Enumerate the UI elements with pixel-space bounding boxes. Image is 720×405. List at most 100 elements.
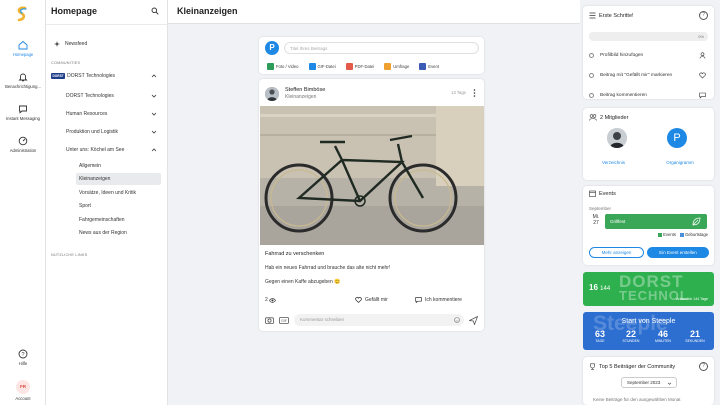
help-icon[interactable]: ? [699,11,708,20]
countdown-unit: TAGE [595,339,605,343]
home-icon [18,40,28,50]
person-photo-icon [607,128,627,148]
like-button[interactable]: Gefällt mir [355,297,415,303]
rail-homepage[interactable]: Homepage [0,40,46,57]
rail-help-label: Hilfe [18,361,28,366]
member-avatar[interactable]: P [667,128,687,148]
step-item[interactable]: Beitrag mit "Gefällt mir" markieren [589,69,708,81]
post-author[interactable]: Steffen Bimböse [285,87,325,93]
post-title-input[interactable]: Titel Ihres Beitrags [284,42,479,54]
banner-hours: 144 [600,286,611,292]
nav-item-dorst[interactable]: DORST Technologies [66,90,161,102]
step-label: Beitrag kommentieren [600,92,647,98]
step-item[interactable]: Beitrag kommentieren [589,89,708,101]
step-label: Beitrag mit "Gefällt mir" markieren [600,72,673,78]
nav-subitem-label: Kleinanzeigen [79,176,111,182]
nav-item-hr[interactable]: Human Resources [66,108,161,120]
month-select[interactable]: September 2023 [621,377,677,388]
rail-messaging-label: Instant Messaging [6,116,40,121]
rail-administration[interactable]: Administration [0,136,46,153]
help-icon: ? [18,349,28,359]
tool-event[interactable]: Event [419,63,439,70]
author-avatar[interactable] [265,87,279,101]
post-image[interactable] [260,106,484,245]
first-steps-progress: 0% [589,32,708,41]
calendar-icon [589,190,596,197]
sparkle-icon [54,41,60,47]
unchecked-circle-icon [589,92,594,98]
rail-help[interactable]: ? Hilfe [0,349,46,366]
top5-title: Top 5 Beiträger der Community [599,363,676,370]
countdown-unit: MINUTEN [655,339,671,343]
nav-subitem[interactable]: Sport [76,200,161,212]
tool-poll[interactable]: Umfrage [384,63,409,70]
post-text-line: Gegen einen Kaffe abzugeben 😊 [265,279,341,285]
nav-subitem-selected[interactable]: Kleinanzeigen [76,173,161,185]
nav-section-links: NÜTZLICHE LINKS [51,253,88,257]
post-text-line: Hab ein neues Fahrrad und brauche das al… [265,265,391,271]
step-item[interactable]: Profilbild hinzufügen [589,49,708,61]
chevron-down-icon[interactable] [151,129,157,135]
nav-item-label: DORST Technologies [66,93,114,99]
chevron-up-icon[interactable] [151,73,157,79]
more-vertical-icon[interactable] [473,89,476,97]
show-more-events-button[interactable]: Mehr anzeigen [589,247,644,258]
poll-icon [384,63,392,70]
nav-community-root[interactable]: DORST DORST Technologies [51,70,161,82]
nav-item-unter-uns[interactable]: Unter uns: Köchel am See [66,144,161,156]
emoji-icon[interactable] [454,317,460,323]
rail-notifications-label: Benachrichtigung... [5,84,41,89]
create-event-button[interactable]: Ein Event erstellen [647,247,709,258]
orgchart-link[interactable]: Organigramm [656,158,704,169]
unchecked-circle-icon [589,72,594,78]
comment-input[interactable]: Kommentar schreiben [294,314,464,326]
feed-post: Steffen Bimböse Kleinanzeigen 13 Tage Fa… [259,79,484,331]
view-count: 2 [265,297,355,303]
nav-subitem[interactable]: Allgemein [76,160,161,172]
step-label: Profilbild hinzufügen [600,52,644,58]
events-header: Events [589,190,616,197]
gif-icon[interactable]: GIF [279,316,289,324]
svg-text:?: ? [21,352,24,358]
rail-homepage-label: Homepage [12,52,34,57]
chevron-down-icon [667,382,672,385]
chevron-up-icon[interactable] [151,147,157,153]
countdown-hours: 22 STUNDEN [619,329,643,343]
nav-subitem-label: Allgemein [79,163,101,169]
dorst-countdown-banner[interactable]: DORST TECHNOL 16 144 Anlässlich 144 Tage [583,272,714,306]
countdown-title: Start von Steeple [621,318,676,325]
steeple-logo-icon[interactable] [15,6,29,22]
chevron-down-icon[interactable] [151,111,157,117]
post-channel[interactable]: Kleinanzeigen [285,94,316,100]
tool-label: PDF-Datei [354,64,375,69]
directory-link[interactable]: Verzeichnis [591,158,636,169]
tool-gif[interactable]: GIF-Datei [308,63,336,70]
legend-label: Events [663,232,676,237]
rail-notifications[interactable]: Benachrichtigung... [0,72,46,89]
search-icon[interactable] [151,7,159,15]
tool-pdf[interactable]: PDF-Datei [345,63,375,70]
help-icon[interactable]: ? [699,362,708,371]
nav-newsfeed[interactable]: Newsfeed [51,38,161,50]
nav-community-root-label: DORST Technologies [67,73,116,79]
chevron-down-icon[interactable] [151,93,157,99]
member-avatar[interactable] [607,128,627,148]
comment-button[interactable]: Ich kommentiere [415,297,475,303]
camera-icon[interactable] [265,316,274,324]
legend-label: Geburtstage [684,232,708,237]
send-icon[interactable] [469,315,478,325]
nav-item-label: Produktion und Logistik [66,129,118,135]
nav-subitem[interactable]: Vorsätze, Ideen und Kritik [76,187,161,199]
user-icon [699,52,706,59]
rail-messaging[interactable]: Instant Messaging [0,104,46,121]
icon-rail: Homepage Benachrichtigung... Instant Mes… [0,0,46,405]
tool-photo-video[interactable]: Foto / Video [267,63,299,70]
nav-item-production[interactable]: Produktion und Logistik [66,126,161,138]
event-item[interactable]: Grillfest [605,214,707,229]
steeple-countdown-banner[interactable]: Steeple Start von Steeple 63 TAGE 22 STUND… [583,312,714,350]
post-actions: 2 Gefällt mir Ich kommentiere [265,295,478,305]
nav-subitem[interactable]: Fahrgemeinschaften [76,214,161,226]
event-date: Mi. 27 [589,214,603,226]
nav-subitem[interactable]: News aus der Region [76,227,161,239]
rail-account[interactable]: FR Account [0,380,46,401]
